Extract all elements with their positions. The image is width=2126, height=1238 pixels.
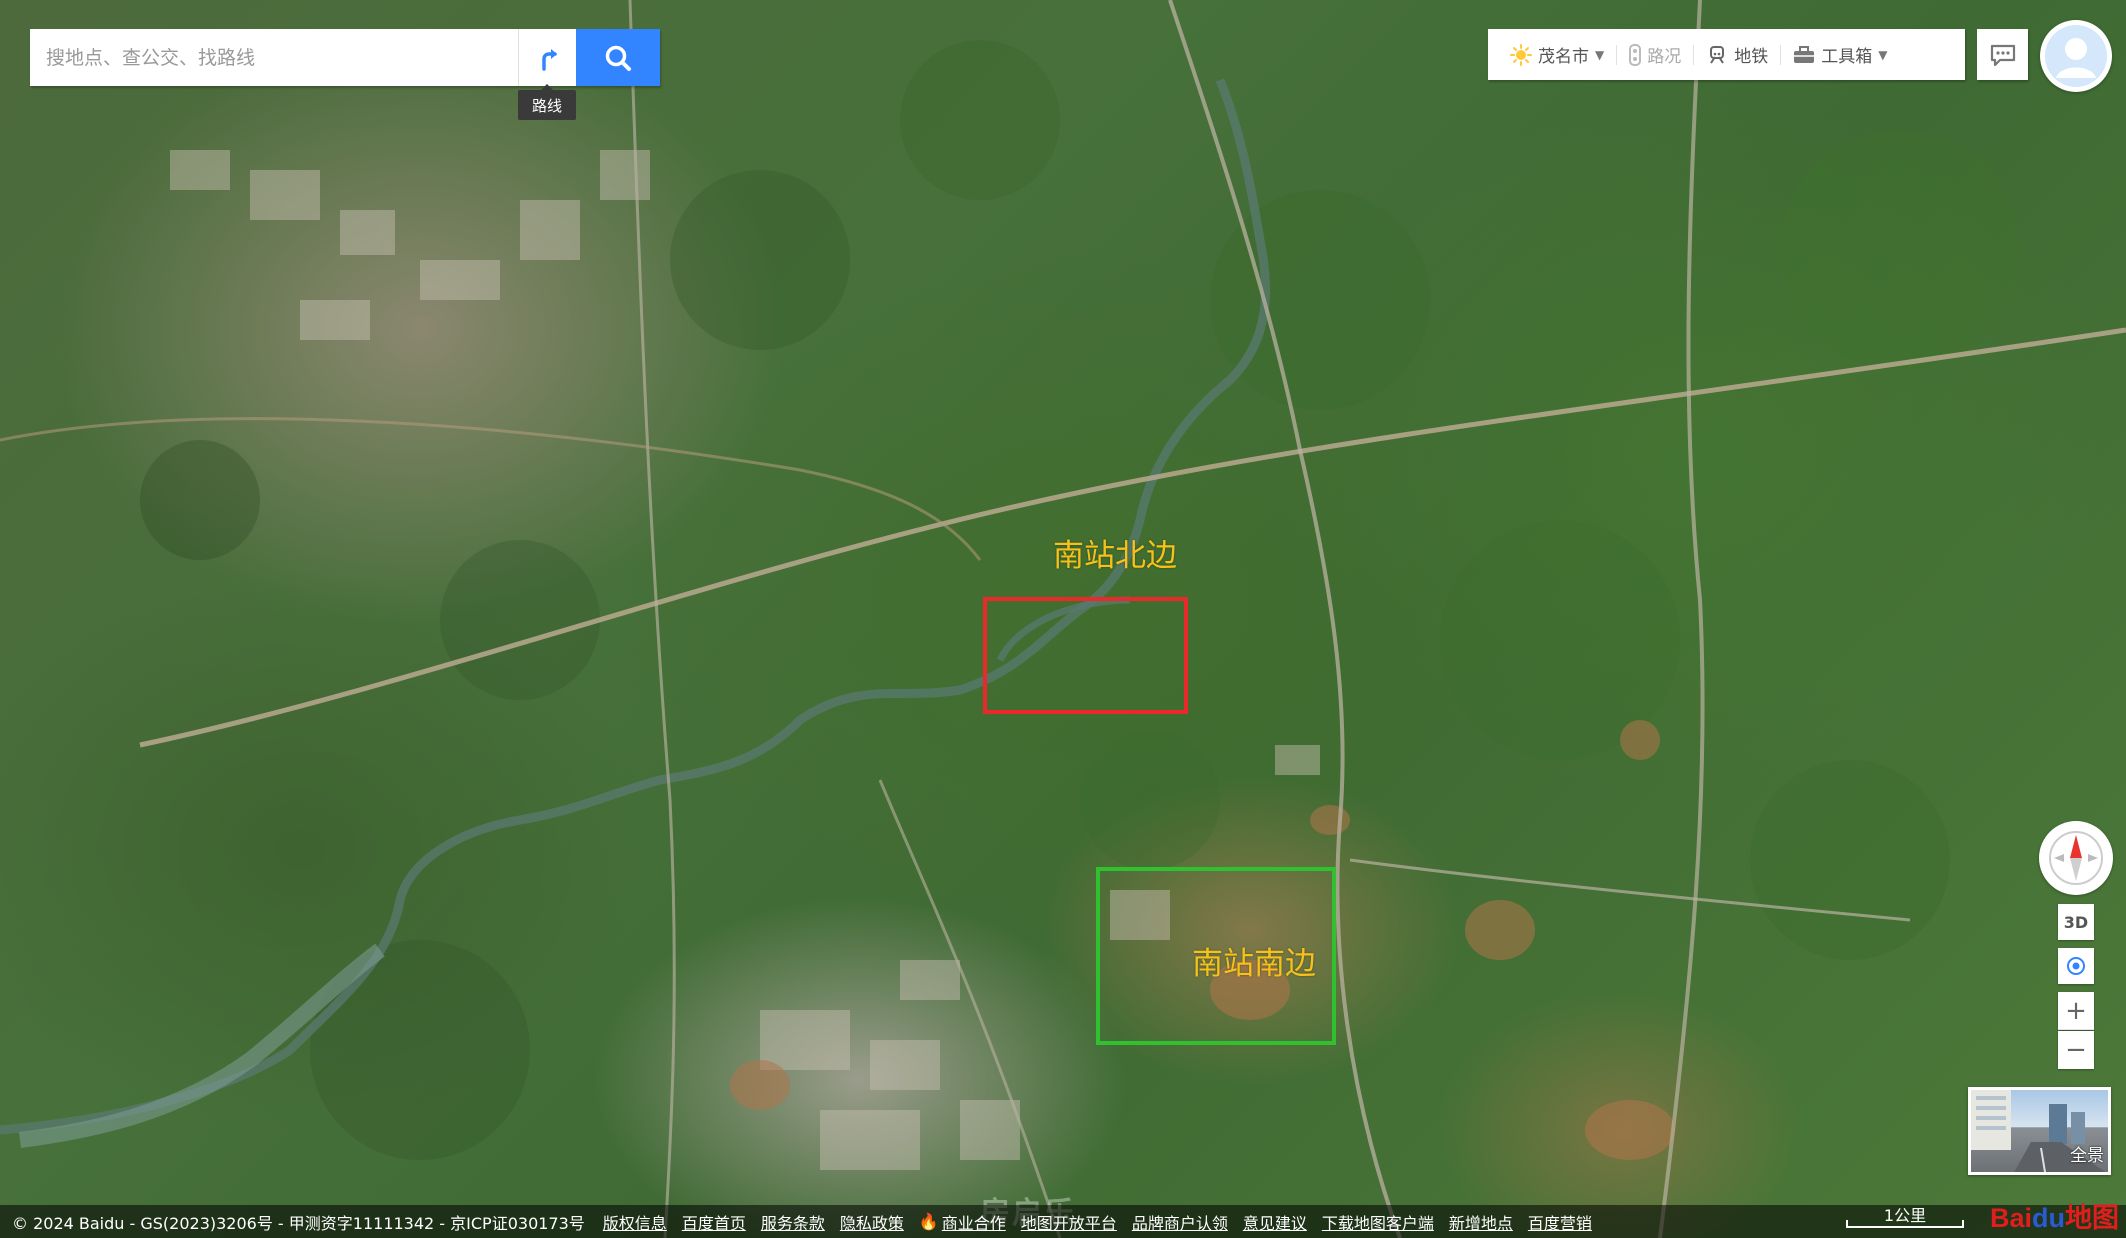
- subway-icon: [1710, 45, 1725, 64]
- traffic-light-icon: [1629, 43, 1642, 66]
- message-icon: [1990, 44, 2015, 66]
- subway-label: 地铁: [1734, 47, 1769, 67]
- subway-button[interactable]: 地铁: [1694, 29, 1780, 80]
- compass-button[interactable]: [2039, 821, 2113, 895]
- toolbox-icon: [1794, 45, 1815, 63]
- city-label: 茂名市: [1538, 47, 1589, 67]
- traffic-label: 路况: [1647, 47, 1682, 67]
- chevron-down-icon: ▼: [1595, 47, 1605, 62]
- panorama-thumbnail[interactable]: 全景: [1968, 1087, 2111, 1175]
- road-west: [628, 0, 676, 1238]
- search-button[interactable]: [576, 29, 660, 86]
- footer-link-feedback[interactable]: 意见建议: [1243, 1210, 1307, 1234]
- footer-link-business[interactable]: 商业合作: [942, 1210, 1006, 1234]
- flame-icon: 🔥: [918, 1212, 939, 1231]
- north-area-box: [983, 597, 1188, 714]
- message-button[interactable]: [1977, 29, 2028, 80]
- copyright-text: © 2024 Baidu - GS(2023)3206号 - 甲测资字11111…: [12, 1213, 585, 1233]
- logo-prefix: Bai: [1990, 1203, 2033, 1233]
- baidu-map-logo: Baidu地图: [1990, 1196, 2119, 1235]
- traffic-button[interactable]: 路况: [1617, 29, 1693, 80]
- scale-indicator: 1公里: [1846, 1202, 1964, 1230]
- footer-link-copyright-info[interactable]: 版权信息: [603, 1210, 667, 1234]
- route-tooltip: 路线: [518, 84, 576, 120]
- top-toolbar: 茂名市 ▼ 路况 地铁 工具箱 ▼: [1488, 29, 1965, 80]
- footer-link-privacy[interactable]: 隐私政策: [840, 1210, 904, 1234]
- zoom-in-button[interactable]: +: [2058, 992, 2094, 1030]
- logo-du: du: [2032, 1203, 2066, 1233]
- route-icon: [541, 48, 557, 71]
- city-selector[interactable]: 茂名市 ▼: [1498, 29, 1616, 80]
- footer-link-terms[interactable]: 服务条款: [761, 1210, 825, 1234]
- search-input[interactable]: [30, 29, 516, 86]
- search-box: [30, 29, 660, 86]
- locate-button[interactable]: [2058, 948, 2094, 984]
- sun-icon: [1510, 43, 1532, 66]
- 3d-button[interactable]: 3D: [2058, 904, 2094, 940]
- scale-bar: [1846, 1220, 1964, 1228]
- footer-link-download-client[interactable]: 下载地图客户端: [1322, 1210, 1434, 1234]
- toolbox-label: 工具箱: [1821, 47, 1873, 67]
- chevron-down-icon: ▼: [1878, 47, 1888, 62]
- south-area-label: 南站南边: [1192, 946, 1316, 982]
- north-area-label: 南站北边: [1053, 538, 1177, 574]
- locate-icon: [2067, 957, 2085, 975]
- footer-link-baidu-home[interactable]: 百度首页: [682, 1210, 746, 1234]
- highway-north-south: [1168, 0, 1402, 1238]
- footer: © 2024 Baidu - GS(2023)3206号 - 甲测资字11111…: [0, 1205, 2126, 1238]
- search-icon: [605, 45, 631, 71]
- footer-link-add-place[interactable]: 新增地点: [1449, 1210, 1513, 1234]
- route-button[interactable]: [518, 29, 578, 86]
- avatar[interactable]: [2040, 20, 2112, 92]
- footer-link-open-platform[interactable]: 地图开放平台: [1021, 1210, 1117, 1234]
- footer-link-merchant-claim[interactable]: 品牌商户认领: [1132, 1210, 1228, 1234]
- compass-icon: [2049, 831, 2103, 885]
- footer-link-marketing[interactable]: 百度营销: [1528, 1210, 1592, 1234]
- logo-suffix: 地图: [2065, 1203, 2120, 1233]
- panorama-label: 全景: [2070, 1146, 2104, 1166]
- toolbox-button[interactable]: 工具箱 ▼: [1781, 29, 1899, 80]
- zoom-out-button[interactable]: −: [2058, 1031, 2094, 1069]
- user-icon: [2045, 25, 2107, 87]
